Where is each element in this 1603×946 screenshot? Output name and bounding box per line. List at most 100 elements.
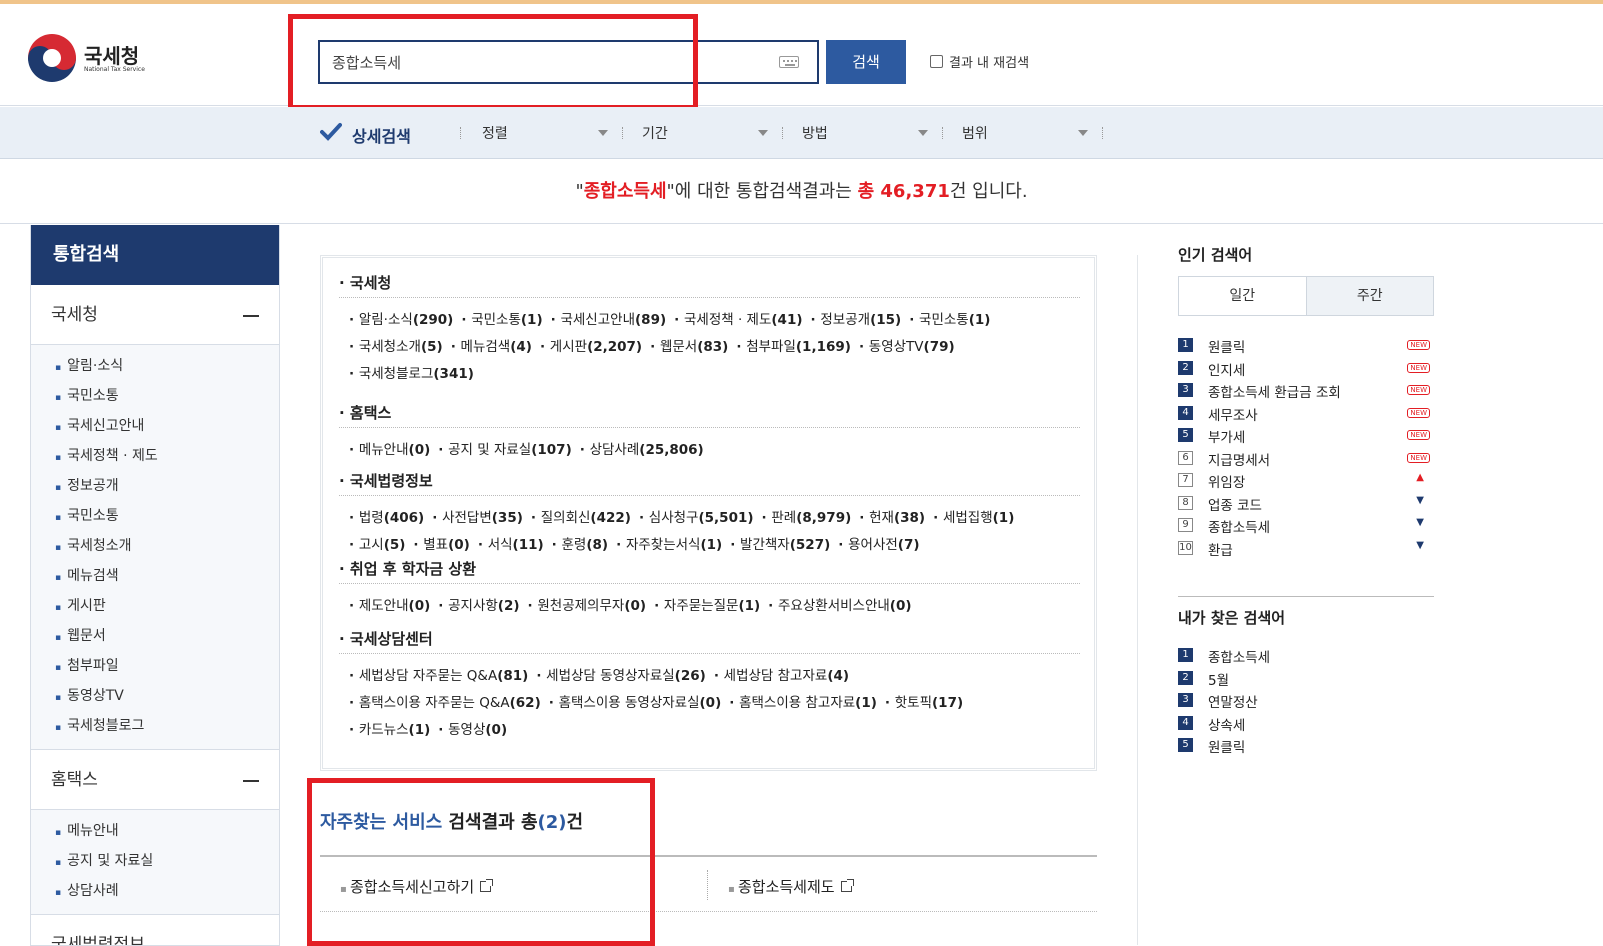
result-link[interactable]: 핫토픽(17) (885, 695, 963, 711)
tab-weekly[interactable]: 주간 (1305, 277, 1433, 315)
list-item[interactable]: 8 업종 코드 ▼ (1178, 493, 1434, 516)
result-link[interactable]: 홈택스이용 참고자료(1) (729, 695, 877, 711)
result-link[interactable]: 발간책자(527) (730, 537, 830, 553)
result-link[interactable]: 홈택스이용 자주묻는 Q&A(62) (349, 695, 541, 711)
sidebar-item[interactable]: 웹문서 (31, 621, 279, 651)
result-link[interactable]: 판례(8,979) (762, 510, 852, 526)
result-link[interactable]: 동영상(0) (438, 722, 507, 738)
sidebar-item[interactable]: 첨부파일 (31, 651, 279, 681)
result-link[interactable]: 자주묻는질문(1) (654, 598, 760, 614)
result-link[interactable]: 심사청구(5,501) (639, 510, 754, 526)
list-item[interactable]: 4 상속세 (1178, 713, 1434, 736)
result-link[interactable]: 국세정책 · 제도(41) (674, 312, 802, 328)
sidebar-group-header[interactable]: 홈택스 (31, 750, 279, 810)
tab-daily[interactable]: 일간 (1179, 277, 1306, 315)
checkbox-icon[interactable] (930, 55, 943, 68)
list-item[interactable]: 5 부가세 NEW (1178, 425, 1434, 448)
result-link[interactable]: 공지사항(2) (438, 598, 519, 614)
result-link[interactable]: 사전답변(35) (432, 510, 523, 526)
list-item[interactable]: 6 지급명세서 NEW (1178, 448, 1434, 471)
sidebar-title[interactable]: 통합검색 (31, 225, 279, 285)
list-item[interactable]: 2 5월 (1178, 668, 1434, 691)
result-link[interactable]: 고시(5) (349, 537, 405, 553)
result-link[interactable]: 법령(406) (349, 510, 424, 526)
result-link[interactable]: 세법상담 참고자료(4) (714, 668, 849, 684)
sidebar-item[interactable]: 메뉴안내 (31, 816, 279, 846)
result-link[interactable]: 웹문서(83) (650, 339, 728, 355)
sidebar-item[interactable]: 정보공개 (31, 471, 279, 501)
result-link[interactable]: 상담사례(25,806) (580, 442, 704, 458)
result-link[interactable]: 국세청소개(5) (349, 339, 443, 355)
nts-logo-icon[interactable] (28, 34, 76, 82)
detail-search-label[interactable]: 상세검색 (352, 123, 411, 147)
chevron-down-icon[interactable] (758, 130, 768, 136)
result-link[interactable]: 서식(11) (478, 537, 544, 553)
result-link[interactable]: 국민소통(1) (909, 312, 990, 328)
result-link[interactable]: 세법상담 동영상자료실(26) (536, 668, 705, 684)
dropdown-period[interactable]: 기간 (642, 123, 668, 143)
service-link[interactable]: 종합소득세제도 (728, 876, 854, 897)
sidebar-item[interactable]: 국세청소개 (31, 531, 279, 561)
result-link[interactable]: 알림·소식(290) (349, 312, 453, 328)
sidebar-item[interactable]: 국세청블로그 (31, 711, 279, 741)
result-link[interactable]: 국민소통(1) (461, 312, 542, 328)
result-link[interactable]: 주요상환서비스안내(0) (768, 598, 911, 614)
result-link[interactable]: 메뉴안내(0) (349, 442, 430, 458)
list-item[interactable]: 10 환급 ▼ (1178, 538, 1434, 561)
result-link[interactable]: 첨부파일(1,169) (736, 339, 851, 355)
result-link[interactable]: 별표(0) (413, 537, 469, 553)
sidebar-item[interactable]: 공지 및 자료실 (31, 846, 279, 876)
sidebar-item[interactable]: 게시판 (31, 591, 279, 621)
sidebar-group-header[interactable]: 국세법령정보 (31, 915, 279, 945)
list-item[interactable]: 9 종합소득세 ▼ (1178, 515, 1434, 538)
result-link[interactable]: 국세청블로그(341) (349, 366, 474, 382)
result-link[interactable]: 정보공개(15) (811, 312, 902, 328)
dropdown-method[interactable]: 방법 (802, 123, 828, 143)
list-item[interactable]: 1 원클릭 NEW (1178, 335, 1434, 358)
service-link[interactable]: 종합소득세신고하기 (340, 876, 494, 897)
result-link[interactable]: 세법집행(1) (933, 510, 1014, 526)
logo-text[interactable]: 국세청 (84, 40, 139, 69)
list-item[interactable]: 3 종합소득세 환급금 조회 NEW (1178, 380, 1434, 403)
result-link[interactable]: 질의회신(422) (531, 510, 631, 526)
sidebar-item[interactable]: 국민소통 (31, 501, 279, 531)
list-item[interactable]: 2 인지세 NEW (1178, 358, 1434, 381)
list-item[interactable]: 1 종합소득세 (1178, 645, 1434, 668)
dropdown-scope[interactable]: 범위 (962, 123, 988, 143)
result-link[interactable]: 헌재(38) (859, 510, 925, 526)
search-input[interactable] (330, 50, 750, 74)
search-button[interactable]: 검색 (826, 40, 906, 84)
collapse-icon[interactable] (243, 780, 259, 782)
re-search-checkbox[interactable]: 결과 내 재검색 (930, 52, 1029, 71)
list-item[interactable]: 5 원클릭 (1178, 735, 1434, 758)
sidebar-item[interactable]: 국세정책 · 제도 (31, 441, 279, 471)
result-link[interactable]: 카드뉴스(1) (349, 722, 430, 738)
chevron-down-icon[interactable] (918, 130, 928, 136)
sidebar-item[interactable]: 상담사례 (31, 876, 279, 906)
result-link[interactable]: 용어사전(7) (838, 537, 919, 553)
result-link[interactable]: 게시판(2,207) (540, 339, 642, 355)
list-item[interactable]: 7 위임장 ▲ (1178, 470, 1434, 493)
result-link[interactable]: 자주찾는서식(1) (616, 537, 722, 553)
sidebar-group-header[interactable]: 국세청 (31, 285, 279, 345)
result-link[interactable]: 제도안내(0) (349, 598, 430, 614)
result-link[interactable]: 메뉴검색(4) (451, 339, 532, 355)
chevron-down-icon[interactable] (598, 130, 608, 136)
chevron-down-icon[interactable] (1078, 130, 1088, 136)
collapse-icon[interactable] (243, 315, 259, 317)
result-link[interactable]: 세법상담 자주묻는 Q&A(81) (349, 668, 528, 684)
list-item[interactable]: 4 세무조사 NEW (1178, 403, 1434, 426)
dropdown-sort[interactable]: 정렬 (482, 123, 508, 143)
result-link[interactable]: 원천공제의무자(0) (528, 598, 647, 614)
result-link[interactable]: 국세신고안내(89) (551, 312, 667, 328)
sidebar-item[interactable]: 동영상TV (31, 681, 279, 711)
result-link[interactable]: 공지 및 자료실(107) (438, 442, 571, 458)
virtual-keyboard-icon[interactable] (779, 56, 799, 68)
sidebar-item[interactable]: 국세신고안내 (31, 411, 279, 441)
result-link[interactable]: 홈택스이용 동영상자료실(0) (549, 695, 722, 711)
list-item[interactable]: 3 연말정산 (1178, 690, 1434, 713)
sidebar-item[interactable]: 메뉴검색 (31, 561, 279, 591)
result-link[interactable]: 훈령(8) (552, 537, 608, 553)
result-link[interactable]: 동영상TV(79) (859, 339, 955, 355)
sidebar-item[interactable]: 국민소통 (31, 381, 279, 411)
